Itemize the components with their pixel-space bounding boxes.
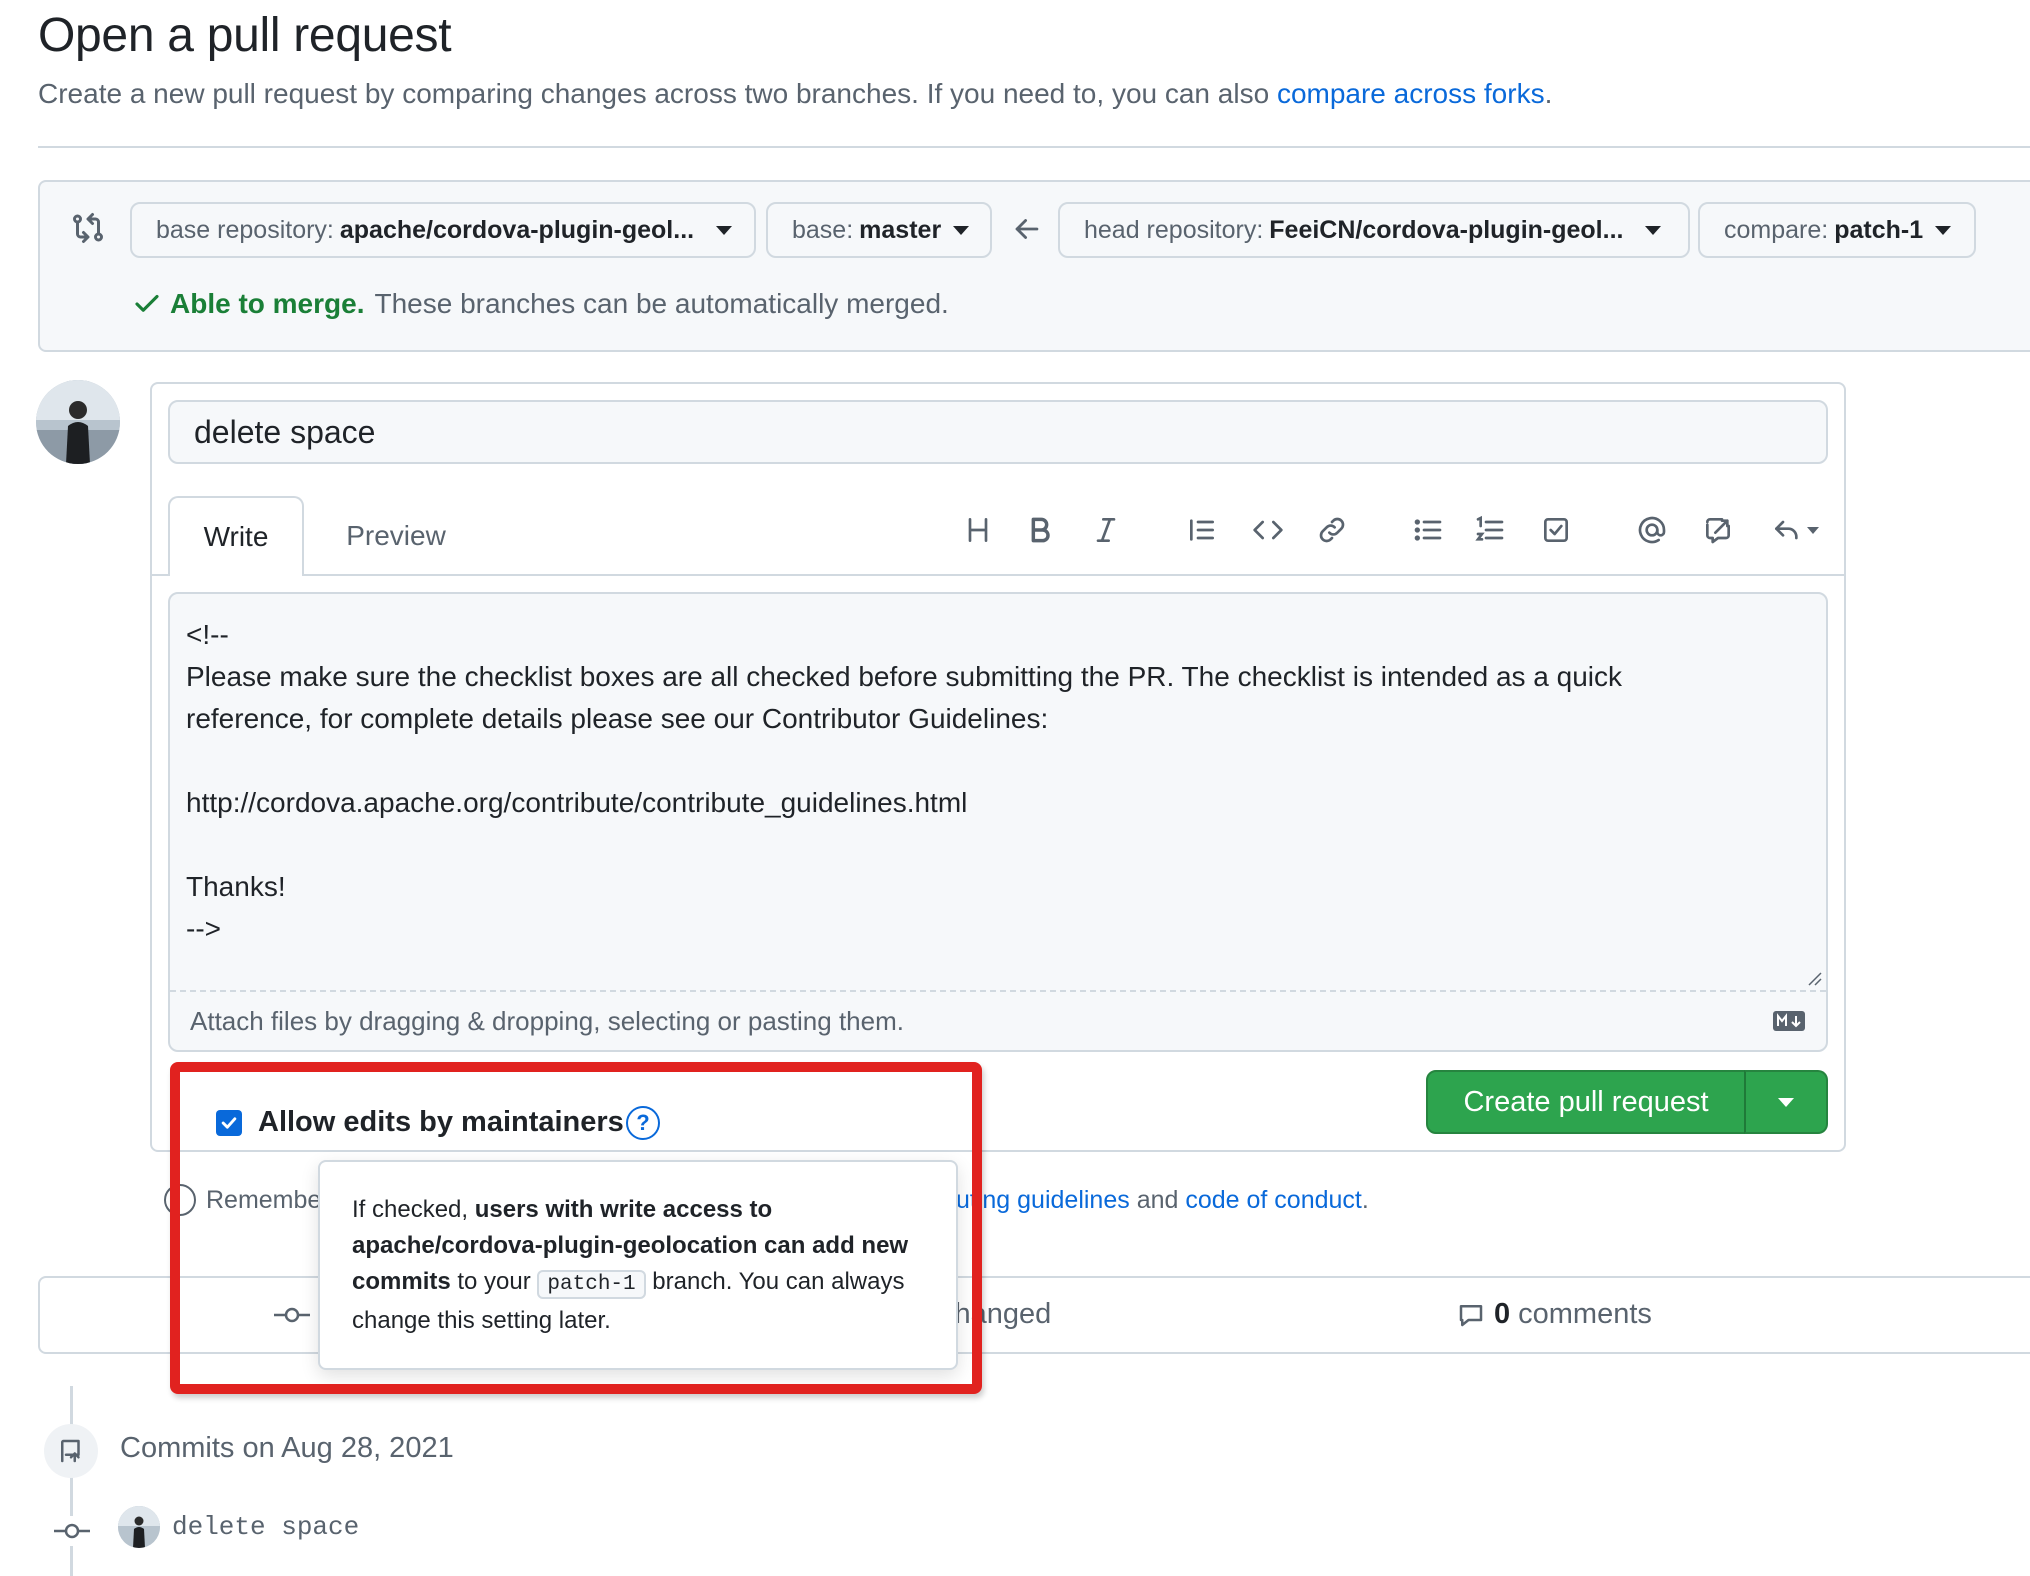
base-repo-label: base repository: <box>156 215 334 244</box>
base-branch-value: master <box>859 215 942 244</box>
tab-divider <box>152 574 1844 576</box>
task-list-icon[interactable] <box>1536 510 1576 550</box>
pr-body-text[interactable]: <!-- Please make sure the checklist boxe… <box>186 614 1806 950</box>
chevron-down-icon <box>1778 1097 1794 1107</box>
numbered-list-icon[interactable] <box>1470 510 1510 550</box>
create-pull-request-button[interactable]: Create pull request <box>1426 1070 1746 1134</box>
comment-icon <box>1459 1304 1483 1326</box>
page-title: Open a pull request <box>38 9 452 62</box>
git-compare-icon <box>73 213 103 243</box>
attach-divider <box>170 990 1826 992</box>
subtitle-text: Create a new pull request by comparing c… <box>38 78 1277 109</box>
markdown-icon <box>1773 1011 1805 1031</box>
commit-author-avatar[interactable] <box>118 1506 160 1548</box>
check-icon <box>221 1117 237 1129</box>
check-icon <box>135 294 159 312</box>
commit-message-link[interactable]: delete space <box>172 1512 359 1542</box>
comments-stat[interactable]: 0 comments <box>1456 1298 1652 1331</box>
base-repository-select[interactable]: base repository: apache/cordova-plugin-g… <box>130 202 756 258</box>
head-repository-select[interactable]: head repository: FeeiCN/cordova-plugin-g… <box>1058 202 1690 258</box>
page-subtitle: Create a new pull request by comparing c… <box>38 78 1552 110</box>
compare-branch-value: patch-1 <box>1834 215 1924 244</box>
header-divider <box>38 146 2030 148</box>
tooltip-prefix: If checked, <box>352 1196 475 1223</box>
arrow-left-icon <box>1015 219 1039 239</box>
mention-icon[interactable] <box>1632 510 1672 550</box>
merge-ok-text: Able to merge. <box>170 288 365 319</box>
code-icon[interactable] <box>1248 510 1288 550</box>
base-repo-value: apache/cordova-plugin-geol... <box>339 215 695 244</box>
repo-push-icon <box>44 1424 98 1478</box>
contributing-guidelines-link[interactable]: uting guidelines <box>956 1186 1130 1214</box>
commits-date-heading: Commits on Aug 28, 2021 <box>120 1432 454 1464</box>
guidelines-line: uting guidelines and code of conduct. <box>956 1186 1369 1215</box>
tab-write[interactable]: Write <box>168 496 304 576</box>
tooltip-branch-code: patch-1 <box>537 1270 646 1299</box>
merge-message: These branches can be automatically merg… <box>374 288 949 319</box>
remember-text: Remembe <box>206 1186 322 1214</box>
commit-icon <box>54 1516 90 1546</box>
reply-icon[interactable] <box>1764 510 1826 550</box>
allow-edits-checkbox[interactable] <box>216 1110 242 1136</box>
subtitle-end: . <box>1544 78 1553 109</box>
timeline-line <box>70 1386 73 1576</box>
period-text: . <box>1361 1186 1369 1214</box>
tooltip-middle: to your <box>450 1268 538 1295</box>
comments-count: 0 <box>1494 1298 1511 1330</box>
merge-status: Able to merge. These branches can be aut… <box>132 288 949 320</box>
link-icon[interactable] <box>1312 510 1352 550</box>
create-options-dropdown[interactable] <box>1744 1070 1828 1134</box>
comments-label: comments <box>1518 1298 1652 1330</box>
and-text: and <box>1129 1186 1186 1214</box>
quote-icon[interactable] <box>1182 510 1222 550</box>
heading-icon[interactable] <box>958 510 998 550</box>
commit-icon <box>274 1307 310 1323</box>
chevron-down-icon <box>953 225 970 235</box>
chevron-down-icon <box>716 225 733 235</box>
compare-branch-label: compare: <box>1724 215 1829 244</box>
reference-icon[interactable] <box>1698 510 1738 550</box>
allow-edits-tooltip: If checked, users with write access to a… <box>318 1160 958 1370</box>
bullet-list-icon[interactable] <box>1408 510 1448 550</box>
bold-icon[interactable] <box>1020 510 1060 550</box>
head-repo-label: head repository: <box>1084 215 1264 244</box>
help-icon[interactable]: ? <box>626 1106 660 1140</box>
compare-branch-select[interactable]: compare: patch-1 <box>1698 202 1976 258</box>
base-branch-select[interactable]: base: master <box>766 202 992 258</box>
chevron-down-icon <box>1645 225 1662 235</box>
attach-files-text[interactable]: Attach files by dragging & dropping, sel… <box>190 1006 904 1037</box>
italic-icon[interactable] <box>1086 510 1126 550</box>
resize-handle-icon[interactable] <box>1808 972 1822 986</box>
code-of-conduct-link[interactable]: code of conduct <box>1185 1186 1362 1214</box>
head-repo-value: FeeiCN/cordova-plugin-geol... <box>1269 215 1624 244</box>
chevron-down-icon <box>1935 225 1952 235</box>
compare-across-forks-link[interactable]: compare across forks <box>1277 78 1545 109</box>
allow-edits-label[interactable]: Allow edits by maintainers <box>258 1106 624 1139</box>
base-branch-label: base: <box>792 215 854 244</box>
tab-preview[interactable]: Preview <box>326 496 466 576</box>
pr-title-input[interactable] <box>168 400 1828 464</box>
chevron-down-icon <box>1807 526 1819 534</box>
avatar[interactable] <box>36 380 120 464</box>
info-icon <box>164 1184 196 1216</box>
